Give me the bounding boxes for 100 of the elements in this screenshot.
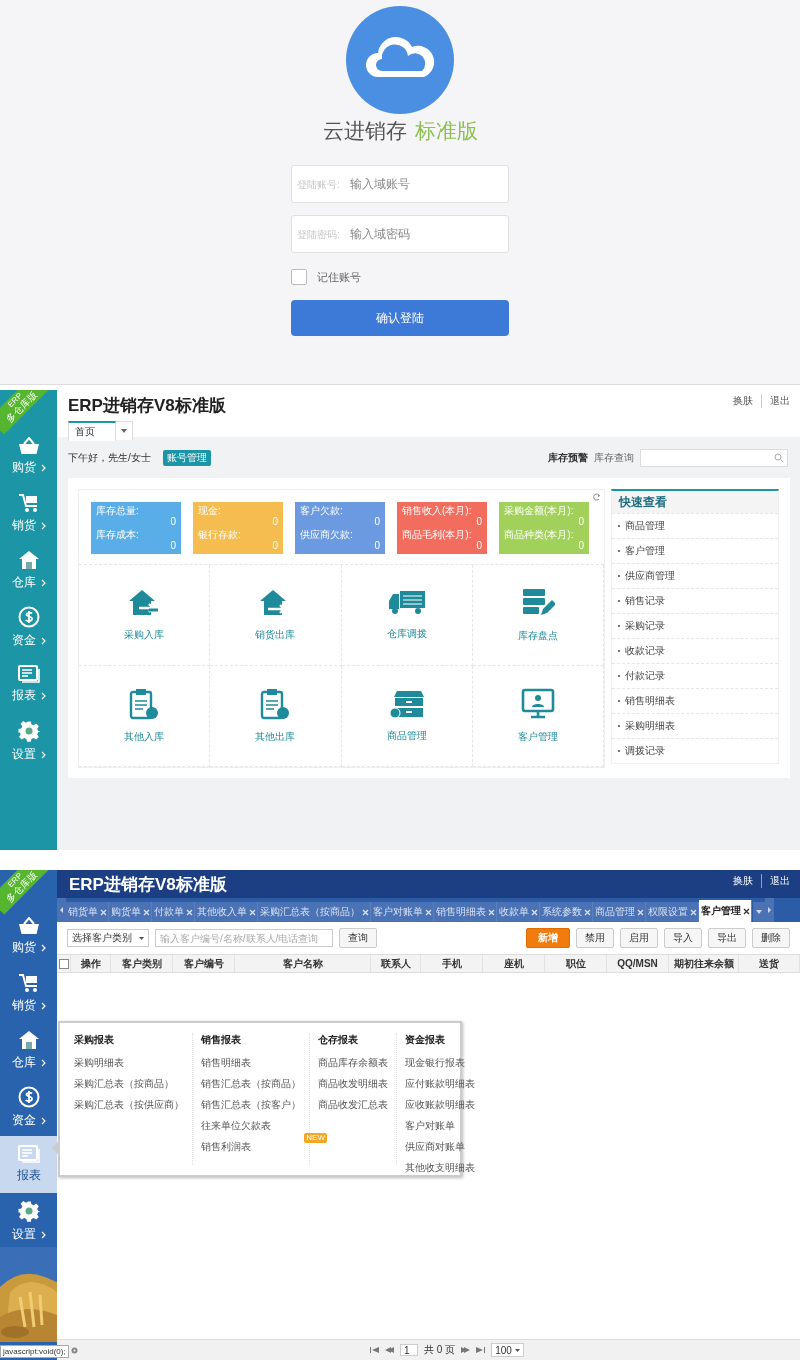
column-header: QQ/MSN: [607, 955, 669, 972]
quick-link[interactable]: 供应商管理: [612, 563, 778, 588]
shortcut-tile[interactable]: 销货出库: [210, 565, 342, 666]
tab[interactable]: 系统参数: [540, 902, 593, 922]
menu-item[interactable]: 客户对账单: [405, 1119, 475, 1133]
menu-item[interactable]: 其他收支明细表: [405, 1161, 475, 1175]
stat-label: 现金:: [198, 505, 222, 516]
stat-value: 0: [272, 516, 278, 527]
quick-link[interactable]: 商品管理: [612, 513, 778, 538]
sidebar-item[interactable]: 仓库: [0, 1022, 57, 1079]
tab[interactable]: 付款单: [152, 902, 195, 922]
login-button[interactable]: 确认登陆: [291, 300, 509, 336]
shortcut-tile[interactable]: 其他入库: [79, 666, 211, 767]
stat-label: 商品种类(本月):: [504, 529, 575, 540]
shortcut-tile[interactable]: 采购入库: [79, 565, 211, 666]
checkbox-label: 记住账号: [317, 269, 361, 285]
menu-heading: 资金报表: [405, 1033, 446, 1047]
sidebar-item[interactable]: 购货: [0, 908, 57, 965]
action-button[interactable]: 导出: [708, 928, 746, 948]
stock-alert-link[interactable]: 库存预警: [548, 450, 588, 465]
quick-link[interactable]: 调拨记录: [612, 738, 778, 763]
quick-link[interactable]: 采购记录: [612, 613, 778, 638]
sidebar-item[interactable]: 销货: [0, 965, 57, 1022]
tab[interactable]: 购货单: [109, 902, 152, 922]
menu-item[interactable]: 采购汇总表（按商品）: [74, 1077, 184, 1091]
menu-item[interactable]: 销售汇总表（按客户）: [201, 1098, 301, 1112]
stat-label: 库存总量:: [96, 505, 140, 516]
tab[interactable]: 权限设置: [646, 902, 699, 922]
quick-link[interactable]: 采购明细表: [612, 713, 778, 738]
menu-heading: 仓存报表: [318, 1033, 359, 1047]
tab[interactable]: 采购汇总表（按商品）: [258, 902, 371, 922]
search-field[interactable]: 输入客户编号/名称/联系人/电话查询: [155, 929, 333, 947]
column-header: 送货: [739, 955, 800, 972]
header-link[interactable]: 换肤: [733, 874, 753, 888]
menu-item[interactable]: 现金银行报表: [405, 1056, 475, 1070]
quick-link[interactable]: 销售明细表: [612, 688, 778, 713]
menu-heading: 销售报表: [201, 1033, 242, 1047]
menu-item[interactable]: 销售汇总表（按商品）: [201, 1077, 301, 1091]
shortcut-tile[interactable]: 商品管理: [341, 666, 473, 767]
page-size-select[interactable]: 100: [491, 1343, 524, 1357]
sidebar-item[interactable]: 销货: [0, 485, 57, 542]
edition-label: 标准版: [414, 118, 478, 144]
tab[interactable]: 销货单: [66, 902, 109, 922]
column-header: 客户类别: [111, 955, 173, 972]
menu-item[interactable]: 供应商对账单: [405, 1140, 475, 1154]
tab[interactable]: 商品管理: [593, 902, 646, 922]
stat-value: 0: [578, 516, 584, 527]
stat-label: 银行存款:: [198, 529, 242, 540]
column-header: 职位: [545, 955, 607, 972]
page-total: 共 0 页: [424, 1343, 456, 1357]
quick-link[interactable]: 付款记录: [612, 663, 778, 688]
menu-item[interactable]: 商品收发汇总表: [318, 1098, 388, 1112]
column-header: 联系人: [371, 955, 421, 972]
action-button[interactable]: 删除: [752, 928, 790, 948]
quick-link[interactable]: 客户管理: [612, 538, 778, 563]
tab[interactable]: 客户管理: [699, 900, 752, 922]
header-link[interactable]: 退出: [761, 394, 790, 408]
tab[interactable]: 客户对账单: [371, 902, 434, 922]
quick-link[interactable]: 收款记录: [612, 638, 778, 663]
shortcut-tile[interactable]: 库存盘点: [472, 565, 604, 666]
tab[interactable]: 其他收入单: [195, 902, 258, 922]
menu-item[interactable]: 销售明细表: [201, 1056, 301, 1070]
sidebar-item[interactable]: 购货: [0, 428, 57, 485]
quick-link[interactable]: 销售记录: [612, 588, 778, 613]
menu-item[interactable]: 商品收发明细表: [318, 1077, 388, 1091]
column-header: 客户编号: [173, 955, 235, 972]
stat-label: 库存成本:: [96, 529, 140, 540]
menu-item[interactable]: 商品库存余额表: [318, 1056, 388, 1070]
header-link[interactable]: 退出: [761, 874, 790, 888]
header-link[interactable]: 换肤: [733, 394, 753, 408]
tab[interactable]: 首页: [68, 421, 116, 441]
sidebar-item[interactable]: 资金: [0, 1079, 57, 1136]
action-button[interactable]: 禁用: [576, 928, 614, 948]
menu-item[interactable]: 应付账款明细表: [405, 1077, 475, 1091]
search-label: 库存查询: [594, 450, 634, 465]
tab[interactable]: 销售明细表: [434, 902, 497, 922]
tab[interactable]: 收款单: [497, 902, 540, 922]
account-button[interactable]: 账号管理: [162, 449, 211, 466]
stat-value: 0: [476, 540, 482, 551]
sidebar-item[interactable]: 设置: [0, 1193, 57, 1250]
shortcut-tile[interactable]: 仓库调拨: [341, 565, 473, 666]
menu-item[interactable]: 采购明细表: [74, 1056, 184, 1070]
sidebar-item[interactable]: 仓库: [0, 542, 57, 599]
stat-label: 客户欠款:: [300, 505, 344, 516]
sidebar-item[interactable]: 设置: [0, 713, 57, 770]
action-button[interactable]: 启用: [620, 928, 658, 948]
shortcut-tile[interactable]: 其他出库: [210, 666, 342, 767]
sidebar-item[interactable]: 报表: [0, 1136, 57, 1193]
category-select[interactable]: 选择客户类别: [67, 929, 149, 947]
page-field[interactable]: 1: [400, 1344, 418, 1356]
sidebar-item[interactable]: 报表: [0, 656, 57, 713]
sidebar-item[interactable]: 资金: [0, 599, 57, 656]
menu-item[interactable]: 应收账款明细表: [405, 1098, 475, 1112]
column-header: 座机: [483, 955, 545, 972]
search-button[interactable]: 查询: [339, 928, 377, 948]
stat-label: 销售收入(本月):: [402, 505, 473, 516]
menu-item[interactable]: 往来单位欠款表: [201, 1119, 301, 1133]
shortcut-tile[interactable]: 客户管理: [472, 666, 604, 767]
action-button[interactable]: 导入: [664, 928, 702, 948]
menu-item[interactable]: 采购汇总表（按供应商）: [74, 1098, 184, 1112]
